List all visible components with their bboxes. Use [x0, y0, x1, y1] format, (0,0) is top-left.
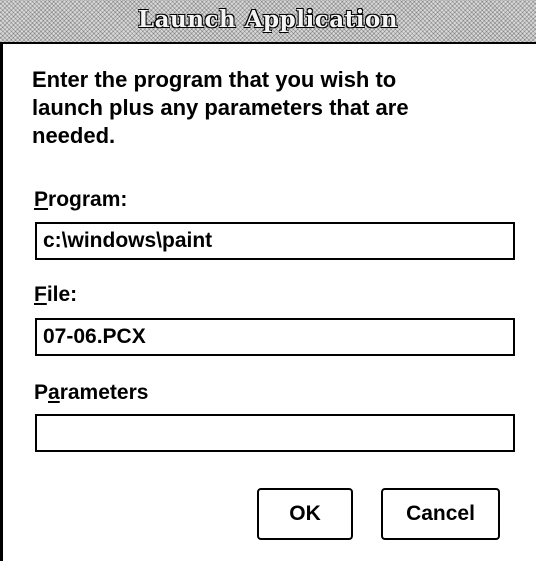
program-label: Program:: [34, 188, 127, 212]
file-label-text: ile:: [46, 283, 78, 306]
parameters-input[interactable]: [35, 414, 515, 452]
window-left-border: [0, 42, 3, 561]
cancel-button[interactable]: Cancel: [381, 488, 500, 540]
dialog-title: Launch Application: [137, 6, 399, 33]
program-label-mnemonic: P: [34, 188, 49, 211]
program-input[interactable]: [35, 222, 515, 260]
instructions-text: Enter the program that you wish to launc…: [32, 67, 409, 148]
launch-application-dialog: Launch Application Enter the program tha…: [0, 0, 536, 561]
file-input[interactable]: [35, 318, 515, 356]
file-label: File:: [34, 283, 77, 307]
parameters-label-prefix: P: [34, 381, 49, 404]
program-label-text: rogram:: [48, 188, 128, 211]
ok-button[interactable]: OK: [257, 488, 353, 540]
parameters-label-mnemonic: a: [48, 381, 60, 404]
title-bar[interactable]: Launch Application: [0, 0, 536, 44]
parameters-label-text: rameters: [59, 381, 149, 404]
file-label-mnemonic: F: [34, 283, 47, 306]
parameters-label: Parameters: [34, 381, 148, 405]
